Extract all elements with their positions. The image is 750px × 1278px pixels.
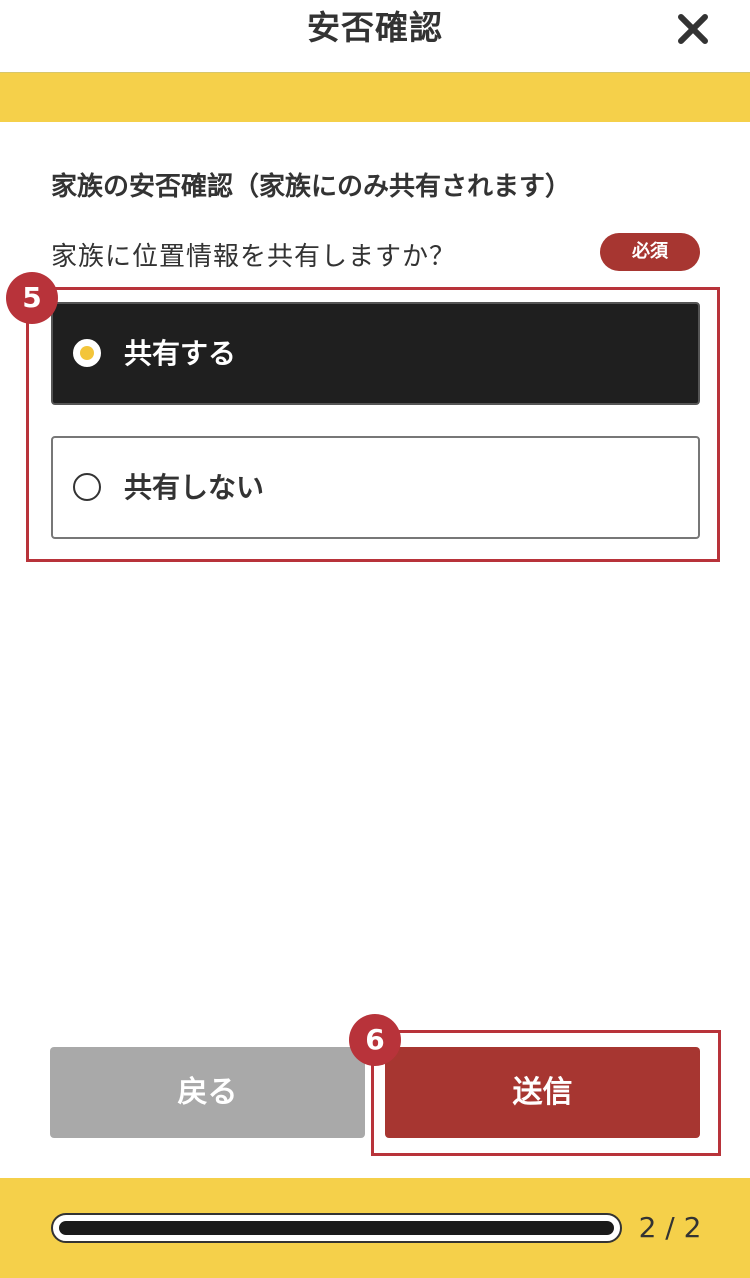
progress-fill: [59, 1221, 614, 1235]
page-indicator: 2 / 2: [638, 1211, 702, 1244]
footer-progress: 2 / 2: [0, 1178, 750, 1278]
annotation-box-submit: [371, 1030, 721, 1156]
progress-bar: [51, 1213, 622, 1243]
required-badge: 必須: [600, 233, 700, 271]
header: 安否確認: [0, 0, 750, 73]
section-title: 家族の安否確認（家族にのみ共有されます）: [51, 172, 572, 202]
question-label: 家族に位置情報を共有しますか？: [51, 242, 457, 272]
header-accent-band: [0, 73, 750, 122]
annotation-box-options: [26, 287, 720, 562]
step-badge: 6: [349, 1014, 401, 1066]
step-badge: 5: [6, 272, 58, 324]
close-button[interactable]: [674, 10, 712, 48]
close-icon: [678, 14, 708, 44]
page-title: 安否確認: [307, 8, 443, 47]
back-button[interactable]: 戻る: [50, 1047, 365, 1138]
